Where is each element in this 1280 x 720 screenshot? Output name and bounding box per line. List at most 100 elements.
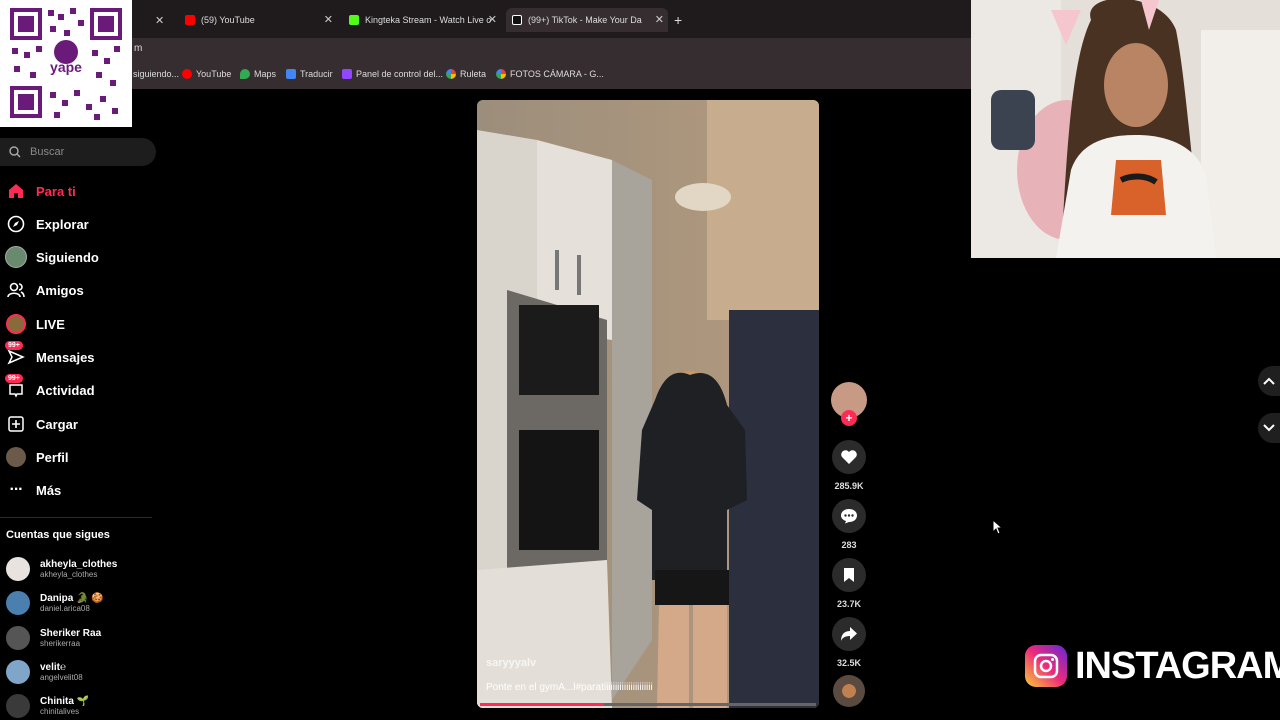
instagram-overlay: INSTAGRAM xyxy=(1025,643,1280,689)
following-title: Cuentas que sigues xyxy=(6,529,110,541)
music-disc-icon xyxy=(833,675,865,707)
following-account[interactable]: akheyla_clothes akheyla_clothes xyxy=(6,557,117,581)
bookmark-label: Ruleta xyxy=(460,69,487,79)
chevron-up-icon xyxy=(1263,377,1275,385)
browser-tab-strip: ✕ (59) YouTube ✕ Kingteka Stream - Watch… xyxy=(0,0,972,38)
account-name: akheyla_clothes xyxy=(40,559,118,570)
share-button[interactable]: 32.5K xyxy=(831,617,867,668)
music-disc[interactable] xyxy=(831,675,867,707)
heart-icon xyxy=(832,440,866,474)
account-handle: sherikerraa xyxy=(40,639,81,648)
account-handle: angelvelit08 xyxy=(40,673,83,682)
comment-button[interactable]: 283 xyxy=(831,499,867,550)
tab-close-button[interactable]: ✕ xyxy=(488,13,497,26)
save-count: 23.7K xyxy=(836,599,862,609)
nav-perfil[interactable]: Perfil xyxy=(0,445,69,469)
follow-plus-icon[interactable]: + xyxy=(841,410,857,426)
webcam-overlay xyxy=(971,0,1280,258)
bookmark-item[interactable]: Ruleta xyxy=(446,69,486,79)
like-button[interactable]: 285.9K xyxy=(831,440,867,491)
tiktok-icon xyxy=(512,15,522,25)
maps-icon xyxy=(240,69,250,79)
nav-amigos[interactable]: Amigos xyxy=(0,278,84,302)
activity-badge: 99+ xyxy=(5,374,23,383)
yape-qr-code: yape xyxy=(0,0,132,127)
sidebar-divider xyxy=(0,517,152,518)
search-input[interactable]: Buscar xyxy=(0,138,156,166)
nav-actividad[interactable]: 99+ Actividad xyxy=(0,374,95,402)
share-count: 32.5K xyxy=(836,658,862,668)
avatar xyxy=(6,626,30,650)
bookmark-item[interactable]: YouTube xyxy=(182,69,231,79)
bookmark-label: Maps xyxy=(254,69,277,79)
video-progress-fill xyxy=(480,703,604,706)
bookmark-item[interactable]: Maps xyxy=(240,69,276,79)
avatar xyxy=(6,694,30,718)
creator-avatar[interactable]: + xyxy=(831,382,867,426)
tab-label: (99+) TikTok - Make Your Da xyxy=(528,15,642,25)
tab-label: (59) YouTube xyxy=(201,15,255,25)
video-player[interactable]: saryyyalv Ponte en el gymA...l#paratiiii… xyxy=(477,100,819,708)
nav-label: Más xyxy=(36,482,62,498)
nav-cargar[interactable]: Cargar xyxy=(0,412,78,436)
address-bar[interactable]: m xyxy=(0,38,972,62)
comment-count: 283 xyxy=(841,540,857,550)
friends-icon xyxy=(5,279,27,301)
following-account[interactable]: Chinita 🌱 chinitalives xyxy=(6,694,89,718)
following-account[interactable]: Danipa 🐊 🍪 daniel.arica08 xyxy=(6,591,104,615)
bookmark-item[interactable]: Traducir xyxy=(286,69,333,79)
search-icon xyxy=(9,146,21,158)
nav-para-ti[interactable]: Para ti xyxy=(0,179,76,203)
bookmark-item[interactable]: Panel de control del... xyxy=(342,69,443,79)
previous-video-button[interactable] xyxy=(1258,366,1280,396)
nav-mas[interactable]: ··· Más xyxy=(0,478,62,502)
save-button[interactable]: 23.7K xyxy=(831,558,867,609)
messages-icon: 99+ xyxy=(5,341,27,368)
video-caption: Ponte en el gymA...l#paratiiiiiiiiiiiiii… xyxy=(486,682,653,693)
nav-label: LIVE xyxy=(36,316,65,332)
bookmark-label: Panel de control del... xyxy=(356,69,444,79)
more-icon: ··· xyxy=(9,481,24,498)
nav-explorar[interactable]: Explorar xyxy=(0,212,89,236)
following-account[interactable]: Sheriker Raa sherikerraa xyxy=(6,626,101,650)
instagram-text: INSTAGRAM xyxy=(1075,644,1280,687)
nav-label: Perfil xyxy=(36,449,69,465)
bookmark-item[interactable]: siguiendo... xyxy=(133,69,179,79)
tab-label: Kingteka Stream - Watch Live o xyxy=(365,15,492,25)
bookmark-label: Traducir xyxy=(300,69,333,79)
mouse-cursor-icon xyxy=(992,519,1004,535)
video-author[interactable]: saryyyalv xyxy=(486,657,536,669)
google-icon xyxy=(446,69,456,79)
avatar xyxy=(6,591,30,615)
activity-icon: 99+ xyxy=(5,374,27,401)
tab-close-button[interactable]: ✕ xyxy=(655,13,664,26)
following-account[interactable]: velit℮ angelvelit08 xyxy=(6,660,83,684)
profile-icon xyxy=(5,446,27,468)
next-video-button[interactable] xyxy=(1258,413,1280,443)
live-icon xyxy=(5,313,27,335)
home-icon xyxy=(5,180,27,202)
account-name: velit℮ xyxy=(40,662,67,673)
twitch-icon xyxy=(342,69,352,79)
youtube-icon xyxy=(182,69,192,79)
account-name: Danipa 🐊 🍪 xyxy=(40,593,104,604)
upload-icon xyxy=(5,413,27,435)
tab-kick[interactable]: Kingteka Stream - Watch Live o ✕ xyxy=(349,8,497,32)
new-tab-button[interactable]: + xyxy=(674,8,682,32)
nav-live[interactable]: LIVE xyxy=(0,312,65,336)
share-icon xyxy=(832,617,866,651)
svg-text:yape: yape xyxy=(50,59,82,75)
bookmark-label: YouTube xyxy=(196,69,232,79)
kick-icon xyxy=(349,15,359,25)
nav-label: Mensajes xyxy=(36,349,95,365)
comment-icon xyxy=(832,499,866,533)
bookmark-item[interactable]: FOTOS CÁMARA - G... xyxy=(496,69,604,79)
nav-mensajes[interactable]: 99+ Mensajes xyxy=(0,341,95,369)
tab-youtube[interactable]: (59) YouTube ✕ xyxy=(185,8,333,32)
nav-siguiendo[interactable]: Siguiendo xyxy=(0,245,99,269)
tab-close-button[interactable]: ✕ xyxy=(155,8,169,32)
nav-label: Actividad xyxy=(36,382,95,398)
tab-tiktok[interactable]: (99+) TikTok - Make Your Da ✕ xyxy=(506,8,668,32)
tab-close-button[interactable]: ✕ xyxy=(324,13,333,26)
nav-label: Amigos xyxy=(36,282,84,298)
